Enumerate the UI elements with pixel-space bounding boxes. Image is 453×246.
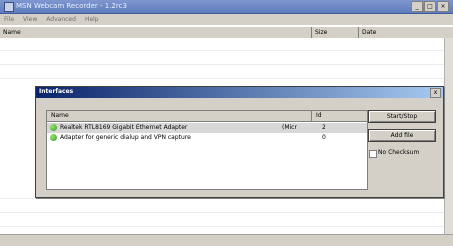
grid-line bbox=[0, 50, 453, 51]
interface-id: 0 bbox=[322, 134, 326, 141]
menu-bar: File View Advanced Help bbox=[0, 14, 453, 25]
dialog-titlebar: Interfaces x bbox=[36, 87, 443, 98]
interface-name: Realtek RTL8169 Gigabit Ethernet Adapter bbox=[60, 124, 188, 131]
window-titlebar: MSN Webcam Recorder - 1.2rc3 _ □ × bbox=[0, 0, 453, 14]
grid-line bbox=[0, 212, 453, 213]
column-name[interactable]: Name bbox=[0, 27, 312, 38]
close-button[interactable]: × bbox=[437, 1, 449, 12]
menu-help[interactable]: Help bbox=[85, 16, 99, 23]
dialog-title: Interfaces bbox=[39, 88, 74, 95]
interfaces-list[interactable]: Name Id Realtek RTL8169 Gigabit Ethernet… bbox=[46, 110, 368, 190]
grid-line bbox=[0, 78, 453, 79]
add-file-button[interactable]: Add file bbox=[368, 129, 436, 142]
grid-line bbox=[0, 198, 453, 199]
app-icon bbox=[4, 2, 14, 12]
no-checksum-checkbox[interactable] bbox=[369, 150, 377, 158]
interfaces-list-header: Name Id bbox=[47, 111, 367, 122]
status-bar bbox=[0, 234, 453, 246]
interface-name: Adapter for generic dialup and VPN captu… bbox=[60, 134, 191, 141]
column-interface-id[interactable]: Id bbox=[312, 111, 367, 121]
vertical-scrollbar[interactable] bbox=[444, 38, 453, 234]
start-stop-button[interactable]: Start/Stop bbox=[368, 110, 436, 123]
column-interface-name[interactable]: Name bbox=[47, 111, 312, 121]
interfaces-dialog: Interfaces x Name Id Realtek RTL8169 Gig… bbox=[35, 86, 444, 198]
menu-file[interactable]: File bbox=[4, 16, 14, 23]
grid-line bbox=[0, 226, 453, 227]
interface-id: 2 bbox=[322, 124, 326, 131]
menu-advanced[interactable]: Advanced bbox=[46, 16, 76, 23]
interface-row[interactable]: Realtek RTL8169 Gigabit Ethernet Adapter… bbox=[47, 123, 367, 133]
interface-row[interactable]: Adapter for generic dialup and VPN captu… bbox=[47, 133, 367, 143]
maximize-button[interactable]: □ bbox=[424, 1, 436, 12]
grid-line bbox=[0, 64, 453, 65]
column-size[interactable]: Size bbox=[312, 27, 359, 38]
interface-extra: (Micr bbox=[282, 124, 297, 131]
minimize-button[interactable]: _ bbox=[411, 1, 423, 12]
active-status-icon bbox=[50, 134, 57, 141]
dialog-close-icon[interactable]: x bbox=[430, 88, 441, 98]
no-checksum-label: No Checksum bbox=[378, 149, 420, 156]
window-title: MSN Webcam Recorder - 1.2rc3 bbox=[16, 2, 127, 10]
menu-view[interactable]: View bbox=[23, 16, 37, 23]
active-status-icon bbox=[50, 124, 57, 131]
window-controls: _ □ × bbox=[411, 1, 449, 12]
column-date[interactable]: Date bbox=[359, 27, 453, 38]
